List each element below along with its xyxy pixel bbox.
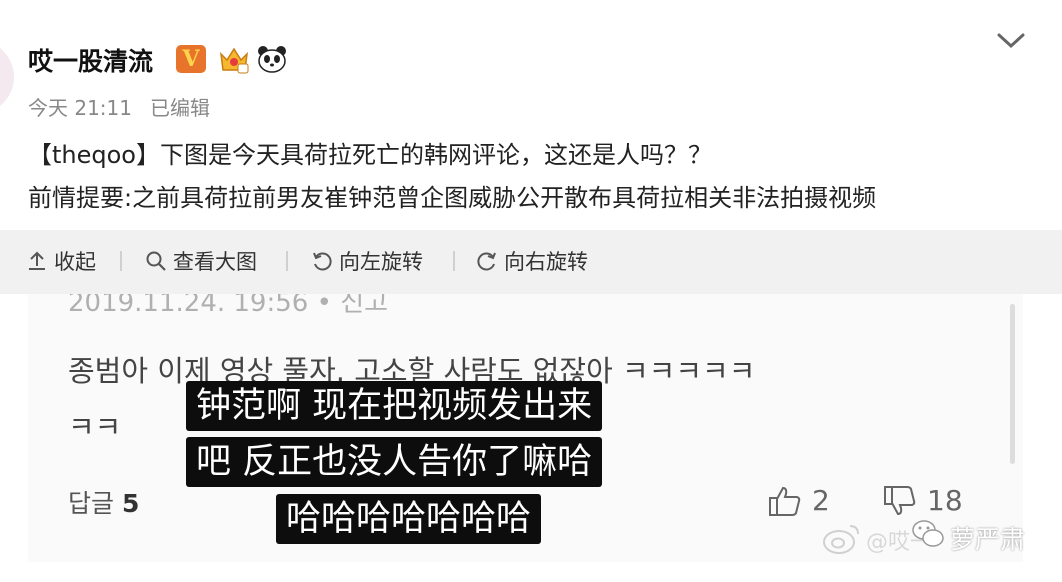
wechat-logo-icon — [912, 520, 944, 547]
post-meta: 今天 21:11 已编辑 — [28, 92, 210, 121]
arrow-up-icon — [29, 251, 45, 270]
subtitle-line-3: 哈哈哈哈哈哈哈 — [276, 494, 542, 544]
subtitle-line-2: 吧 反正也没人告你了嘛哈 — [186, 437, 603, 487]
dislike-count: 18 — [883, 484, 963, 517]
dislike-number: 18 — [927, 484, 963, 517]
collapse-label: 收起 — [54, 250, 96, 274]
thumbs-down-icon — [884, 485, 916, 515]
collapse-button[interactable]: 收起 — [26, 245, 96, 277]
crown-badge-icon — [219, 47, 249, 74]
weibo-logo-icon — [823, 525, 859, 554]
post-text-line-2: 前情提要:之前具荷拉前男友崔钟范曾企图威胁公开散布具荷拉相关非法拍摄视频 — [28, 184, 877, 212]
reply-label: 답글 — [68, 489, 115, 518]
watermark-author: 萝严肃 — [950, 525, 1026, 554]
subtitle-line-1: 钟范啊 现在把视频发出来 — [186, 381, 603, 431]
post-time: 今天 21:11 — [28, 96, 132, 120]
comment-text-line-2: ㅋㅋ — [68, 410, 122, 444]
search-icon — [146, 251, 166, 271]
reply-count: 답글 5 — [68, 484, 139, 520]
image-scrollbar — [1010, 304, 1015, 464]
verified-badge: V — [176, 45, 206, 73]
view-large-label: 查看大图 — [173, 250, 257, 274]
panda-badge-icon — [258, 46, 286, 73]
username[interactable]: 哎一股清流 — [28, 42, 153, 78]
view-large-button[interactable]: 查看大图 — [145, 245, 257, 277]
toolbar-divider — [453, 251, 455, 271]
avatar[interactable] — [0, 40, 14, 114]
rotate-left-label: 向左旋转 — [339, 250, 423, 274]
chevron-down-icon[interactable] — [996, 32, 1026, 50]
like-count: 2 — [768, 484, 830, 517]
reply-number: 5 — [121, 489, 140, 518]
rotate-right-icon — [477, 252, 496, 271]
comment-date: 2019.11.24. 19:56 • 신고 — [68, 294, 389, 318]
image-toolbar: 收起 查看大图 向左旋转 向右旋转 — [0, 230, 1062, 294]
toolbar-divider — [286, 251, 288, 271]
edited-label: 已编辑 — [150, 96, 210, 120]
rotate-right-label: 向右旋转 — [504, 250, 588, 274]
thumbs-up-icon — [769, 486, 801, 516]
rotate-right-button[interactable]: 向右旋转 — [476, 245, 588, 277]
like-number: 2 — [812, 484, 830, 517]
post-text-line-1: 【theqoo】下图是今天具荷拉死亡的韩网评论，这还是人吗？？ — [28, 141, 712, 169]
rotate-left-icon — [313, 252, 332, 271]
rotate-left-button[interactable]: 向左旋转 — [311, 245, 423, 277]
toolbar-divider — [120, 251, 122, 271]
